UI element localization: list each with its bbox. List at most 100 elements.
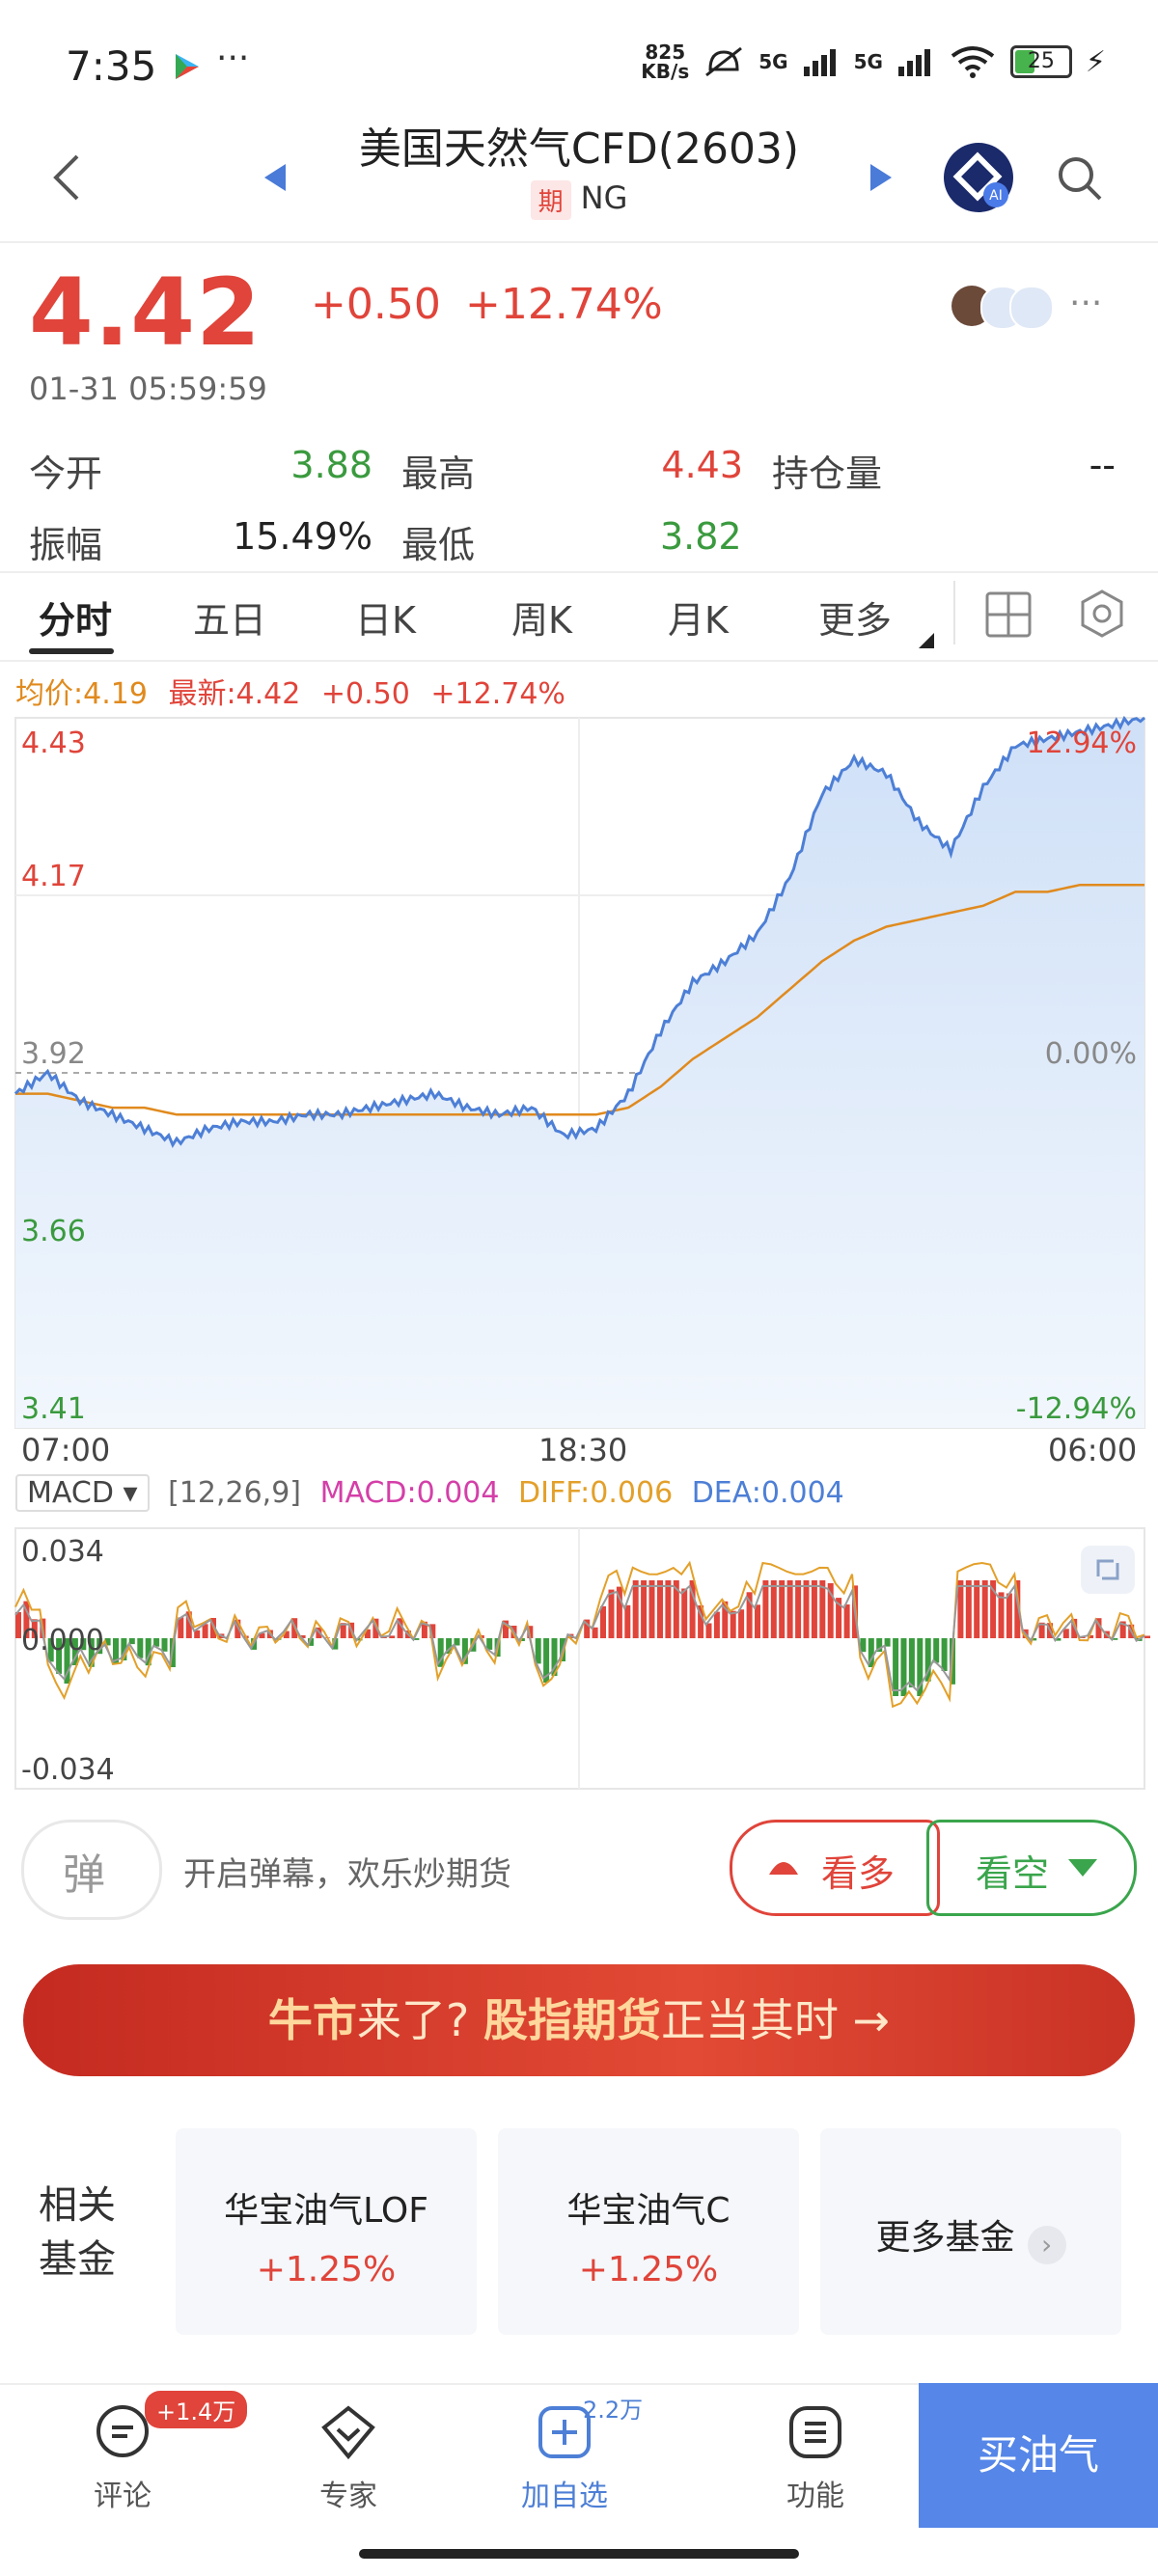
macd-bar — [795, 1580, 802, 1638]
more-options-icon[interactable]: ··· — [1069, 284, 1102, 323]
macd-bar — [705, 1623, 712, 1638]
tab-intraday[interactable]: 分时 — [39, 590, 112, 644]
promo-banner[interactable]: 牛市来了? 股指期货正当其时 → — [23, 1964, 1135, 2076]
macd-bar — [641, 1580, 648, 1638]
y-tick-label: 4.17 — [21, 860, 86, 893]
bearish-button[interactable]: 看空 — [926, 1820, 1137, 1916]
functions-tab[interactable]: 功能 — [743, 2402, 888, 2514]
info-change-pct: +12.74% — [430, 677, 565, 711]
expand-icon — [1081, 1546, 1135, 1594]
signal-bars-icon-2 — [897, 49, 930, 76]
banner-text-4: 正当其时 → — [660, 1994, 891, 2046]
bullish-button[interactable]: 看多 — [730, 1820, 940, 1916]
stat-value-high: 4.43 — [661, 444, 743, 486]
macd-bar — [178, 1617, 184, 1638]
x-tick-label: 07:00 — [21, 1432, 111, 1468]
macd-bar — [535, 1638, 541, 1664]
macd-bar — [908, 1638, 915, 1687]
stat-label-open: 今开 — [29, 452, 103, 495]
y-tick-label: 3.41 — [21, 1392, 86, 1426]
last-price: 4.42 — [29, 259, 262, 367]
macd-bar — [965, 1580, 972, 1638]
tab-active-indicator — [29, 648, 114, 654]
latest-price: 最新:4.42 — [168, 677, 301, 711]
indicator-select[interactable]: MACD ▾ — [15, 1474, 150, 1512]
macd-chart[interactable]: 0.034 0.000 -0.034 — [0, 1526, 1158, 1791]
buy-button[interactable]: 买油气 — [919, 2383, 1158, 2528]
layout-grid-icon[interactable] — [984, 590, 1033, 639]
watchlist-count: 2.2万 — [583, 2397, 644, 2424]
next-instrument-icon[interactable] — [868, 162, 894, 193]
stat-label-oi: 持仓量 — [772, 452, 883, 495]
signal-5g-2: 5G — [853, 50, 883, 73]
intraday-chart[interactable]: 4.43 4.17 3.92 3.66 3.41 12.94% 0.00% -1… — [0, 714, 1158, 1447]
expert-tab[interactable]: 专家 — [276, 2402, 421, 2514]
price-change: +0.50 — [311, 280, 441, 329]
home-indicator[interactable] — [359, 2549, 799, 2559]
stat-value-open: 3.88 — [290, 444, 372, 486]
comment-label: 评论 — [94, 2480, 152, 2513]
macd-bar — [762, 1580, 769, 1638]
macd-bar — [933, 1638, 940, 1663]
macd-bar — [981, 1580, 988, 1638]
macd-params: [12,26,9] — [168, 1476, 302, 1510]
tab-five-day[interactable]: 五日 — [193, 590, 266, 644]
macd-bar — [770, 1580, 777, 1638]
macd-bar — [755, 1604, 760, 1638]
more-funds-label: 更多基金 — [875, 2218, 1015, 2258]
macd-bar — [819, 1580, 826, 1638]
macd-bar — [648, 1580, 655, 1638]
macd-y-tick: 0.000 — [21, 1624, 104, 1658]
macd-bar — [803, 1580, 810, 1638]
macd-bar — [665, 1580, 672, 1638]
macd-bar — [657, 1580, 663, 1638]
stat-label-amplitude: 振幅 — [29, 524, 103, 566]
fund-card[interactable]: 华宝油气LOF +1.25% — [176, 2128, 477, 2335]
futures-tag: 期 — [530, 179, 571, 220]
macd-bar — [779, 1580, 786, 1638]
search-icon[interactable] — [1056, 154, 1104, 203]
ai-assistant-icon[interactable]: AI — [942, 141, 1015, 214]
x-tick-label: 18:30 — [538, 1432, 628, 1468]
tab-week-k[interactable]: 周K — [511, 590, 572, 644]
tab-day-k[interactable]: 日K — [355, 590, 416, 644]
avg-price: 均价:4.19 — [15, 677, 148, 711]
danmu-icon: 弹 — [63, 1850, 105, 1900]
battery-icon: 25 — [1009, 45, 1072, 78]
macd-bar — [998, 1592, 1005, 1638]
danmu-toggle-button[interactable]: 弹 — [21, 1820, 162, 1920]
macd-value: MACD:0.004 — [319, 1476, 500, 1510]
quote-time: 01-31 05:59:59 — [29, 370, 267, 407]
tab-more[interactable]: 更多 — [818, 590, 892, 644]
macd-header: MACD ▾ [12,26,9] MACD:0.004 DIFF:0.006 D… — [15, 1474, 844, 1512]
stat-label-high: 最高 — [401, 452, 476, 495]
y-tick-label: 3.66 — [21, 1215, 86, 1248]
macd-bar — [843, 1604, 850, 1638]
stat-value-oi: -- — [1089, 444, 1116, 486]
stat-value-amplitude: 15.49% — [233, 515, 372, 558]
macd-bar — [600, 1605, 606, 1638]
social-avatars[interactable] — [951, 286, 1058, 330]
fund-card[interactable]: 华宝油气C +1.25% — [498, 2128, 799, 2335]
y-right-tick-label: -12.94% — [1016, 1392, 1137, 1426]
macd-bar — [811, 1580, 817, 1638]
more-notifications-icon: ··· — [216, 39, 250, 78]
diff-value: DIFF:0.006 — [518, 1476, 674, 1510]
charging-icon: ⚡ — [1085, 44, 1106, 79]
macd-bar — [730, 1610, 736, 1638]
danmu-prompt[interactable]: 开启弹幕，欢乐炒期货 — [183, 1848, 511, 1895]
tab-month-k[interactable]: 月K — [668, 590, 729, 644]
price-change-pct: +12.74% — [465, 280, 663, 329]
dea-value: DEA:0.004 — [691, 1476, 844, 1510]
macd-bar — [632, 1580, 639, 1638]
macd-bar — [957, 1580, 964, 1638]
macd-bar — [486, 1638, 493, 1650]
macd-bar — [941, 1638, 948, 1671]
mute-alarm-icon — [705, 46, 743, 77]
down-arrow-icon — [1068, 1859, 1097, 1877]
settings-icon[interactable] — [1077, 589, 1127, 639]
code-text: NG — [580, 179, 628, 216]
fund-change: +1.25% — [256, 2250, 397, 2289]
more-funds-card[interactable]: 更多基金 › — [820, 2128, 1121, 2335]
macd-bar — [681, 1588, 688, 1638]
